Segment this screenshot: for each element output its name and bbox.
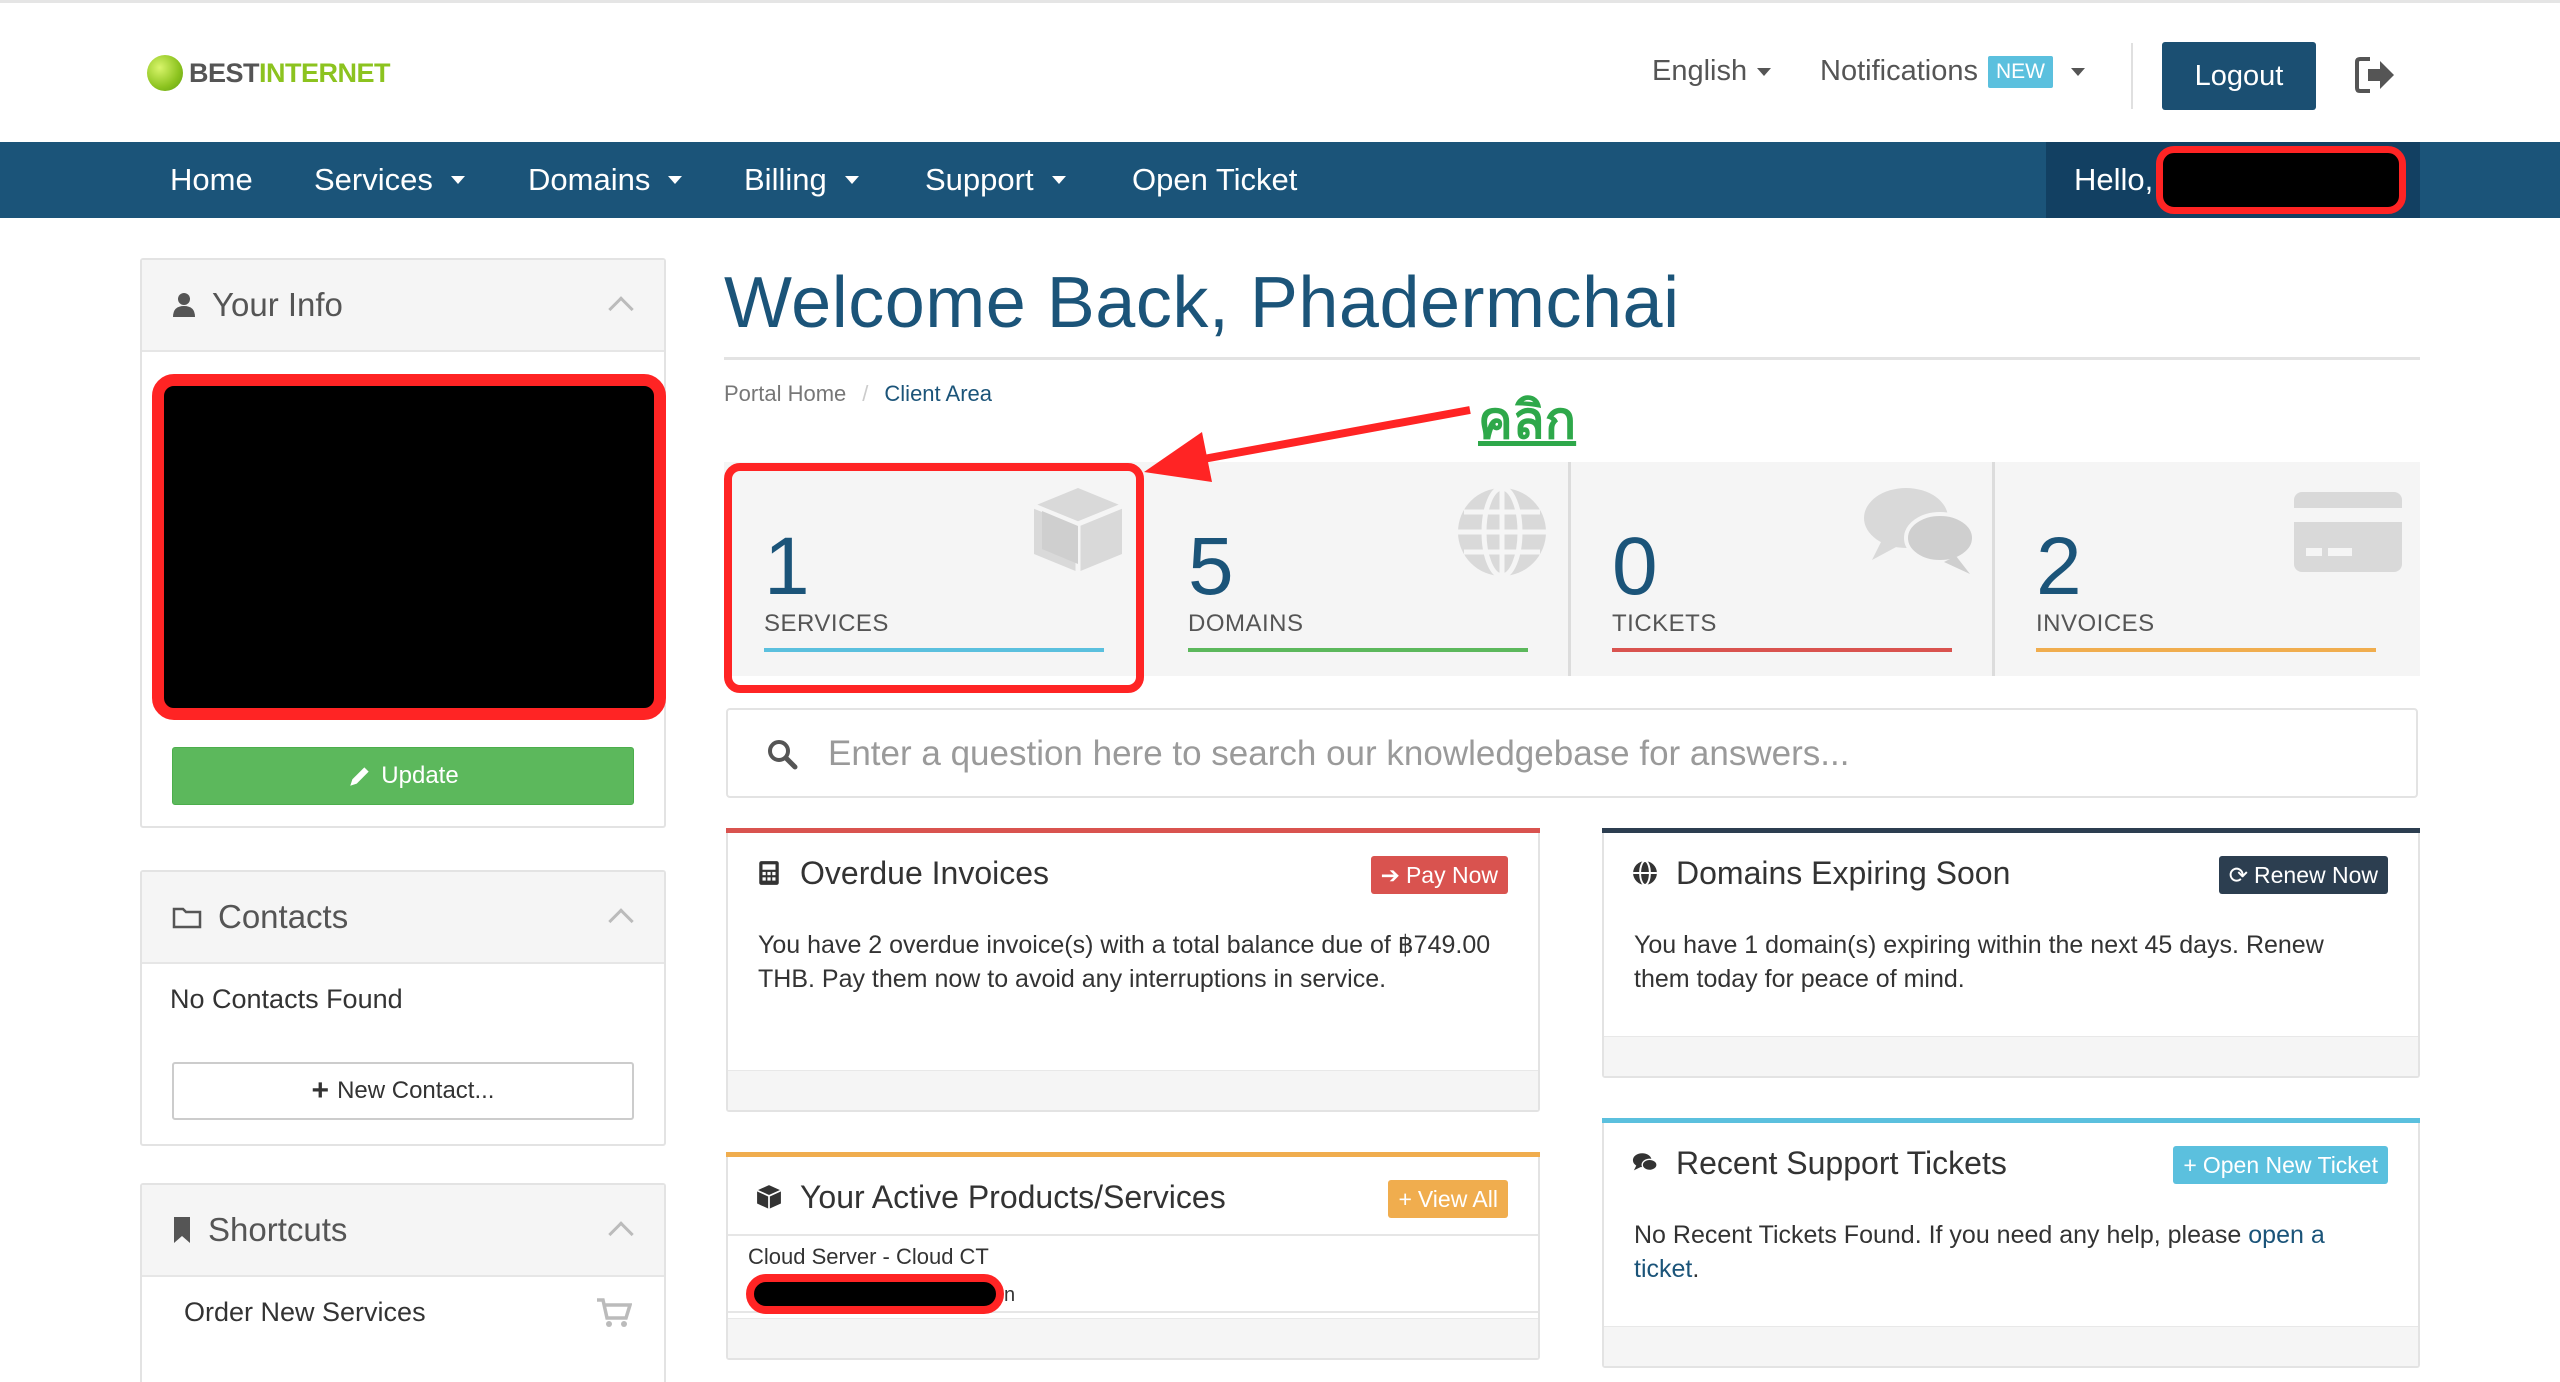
- view-all-button[interactable]: + View All: [1388, 1180, 1508, 1218]
- active-products-card: Your Active Products/Services + View All…: [726, 1152, 1540, 1360]
- credit-card-icon: [2294, 492, 2402, 572]
- nav-domains[interactable]: Domains: [528, 142, 683, 218]
- language-dropdown[interactable]: English: [1652, 55, 1772, 88]
- tile-invoices[interactable]: 2 INVOICES: [1996, 462, 2420, 676]
- nav-billing[interactable]: Billing: [744, 142, 859, 218]
- notifications-label: Notifications: [1820, 55, 1978, 87]
- tile-divider: [1992, 462, 1995, 676]
- update-button[interactable]: Update: [172, 747, 634, 805]
- caret-down-icon: [668, 176, 683, 184]
- brand-logo[interactable]: BEST INTERNET: [147, 55, 391, 91]
- plus-icon: +: [1398, 1185, 1412, 1212]
- overdue-invoices-message: You have 2 overdue invoice(s) with a tot…: [758, 931, 1491, 993]
- kb-search-input[interactable]: [828, 726, 2388, 782]
- arrow-right-icon: ➔: [1380, 861, 1400, 888]
- your-info-header[interactable]: Your Info: [142, 260, 664, 352]
- top-header: BEST INTERNET English Notifications NEW L…: [0, 0, 2560, 142]
- logo-ball-icon: [147, 55, 183, 91]
- globe-icon: [1633, 860, 1657, 886]
- plus-icon: +: [311, 1074, 330, 1107]
- breadcrumb-separator: /: [862, 381, 869, 406]
- contacts-panel: Contacts No Contacts Found + New Contact…: [140, 870, 666, 1146]
- shortcuts-header[interactable]: Shortcuts: [142, 1185, 664, 1277]
- nav-open-ticket[interactable]: Open Ticket: [1132, 142, 1297, 218]
- nav-services[interactable]: Services: [314, 142, 465, 218]
- new-contact-button[interactable]: + New Contact...: [172, 1062, 634, 1120]
- plus-icon: +: [2183, 1151, 2197, 1178]
- user-icon: [173, 293, 195, 317]
- sign-out-icon[interactable]: [2354, 55, 2396, 95]
- annotation-arrow-icon: [1144, 406, 1471, 482]
- refresh-icon: ⟳: [2228, 861, 2248, 888]
- kb-search-box: [726, 708, 2418, 798]
- notifications-dropdown[interactable]: Notifications NEW: [1820, 55, 2085, 88]
- overdue-invoices-card: Overdue Invoices ➔ Pay Now You have 2 ov…: [726, 828, 1540, 1112]
- open-new-ticket-button[interactable]: + Open New Ticket: [2173, 1146, 2388, 1184]
- hello-label: Hello,: [2074, 162, 2154, 197]
- bookmark-icon: [174, 1217, 190, 1243]
- comments-icon: [1632, 1153, 1658, 1172]
- chevron-up-icon[interactable]: [608, 1221, 634, 1247]
- pay-now-button[interactable]: ➔ Pay Now: [1370, 856, 1508, 894]
- caret-down-icon: [450, 176, 465, 184]
- domains-expiring-message: You have 1 domain(s) expiring within the…: [1634, 931, 2324, 993]
- caret-down-icon: [2070, 67, 2085, 76]
- shopping-cart-icon: [597, 1298, 632, 1327]
- redacted-service-domain: [746, 1274, 1004, 1314]
- service-domain-tail: n: [1004, 1284, 1016, 1306]
- renew-now-button[interactable]: ⟳ Renew Now: [2218, 856, 2388, 894]
- tile-divider: [1568, 462, 1571, 676]
- pencil-icon: [350, 767, 369, 786]
- nav-support[interactable]: Support: [925, 142, 1066, 218]
- invoices-underline: [2036, 648, 2376, 652]
- tile-tickets[interactable]: 0 TICKETS: [1572, 462, 1996, 676]
- chevron-up-icon[interactable]: [608, 296, 634, 322]
- folder-icon: [172, 907, 202, 929]
- redacted-username: [2156, 146, 2406, 214]
- caret-down-icon: [1051, 176, 1066, 184]
- new-badge: NEW: [1987, 55, 2053, 88]
- breadcrumb: Portal Home / Client Area: [724, 381, 992, 407]
- breadcrumb-client-area[interactable]: Client Area: [884, 381, 992, 407]
- caret-down-icon: [1757, 67, 1772, 76]
- chevron-up-icon[interactable]: [608, 908, 634, 934]
- logout-button[interactable]: Logout: [2162, 42, 2316, 110]
- recent-tickets-message: No Recent Tickets Found. If you need any…: [1634, 1221, 2325, 1283]
- tickets-underline: [1612, 648, 1952, 652]
- caret-down-icon: [844, 176, 859, 184]
- tile-domains[interactable]: 5 DOMAINS: [1148, 462, 1572, 676]
- breadcrumb-portal-home[interactable]: Portal Home: [724, 381, 846, 407]
- recent-tickets-card: Recent Support Tickets + Open New Ticket…: [1602, 1118, 2420, 1368]
- language-label: English: [1652, 55, 1748, 87]
- calculator-icon: [759, 861, 779, 885]
- contacts-header[interactable]: Contacts: [142, 872, 664, 964]
- no-contacts-text: No Contacts Found: [170, 984, 403, 1014]
- globe-icon: [1458, 485, 1546, 579]
- comments-icon: [1864, 488, 1976, 574]
- nav-home[interactable]: Home: [170, 142, 253, 218]
- domains-underline: [1188, 648, 1528, 652]
- page-title: Welcome Back, Phadermchai: [724, 263, 1680, 343]
- header-divider: [2131, 43, 2133, 109]
- title-divider: [724, 357, 2420, 360]
- annotation-click-label: คลิก: [1478, 391, 1577, 451]
- search-icon: [768, 740, 798, 770]
- redacted-user-info: [152, 374, 666, 720]
- annotation-highlight-services: [724, 463, 1144, 693]
- shortcut-order-new-services[interactable]: Order New Services: [184, 1297, 426, 1328]
- domains-expiring-card: Domains Expiring Soon ⟳ Renew Now You ha…: [1602, 828, 2420, 1078]
- service-name[interactable]: Cloud Server - Cloud CT: [748, 1244, 989, 1270]
- shortcuts-panel: Shortcuts Order New Services: [140, 1183, 666, 1382]
- cube-icon: [756, 1185, 782, 1209]
